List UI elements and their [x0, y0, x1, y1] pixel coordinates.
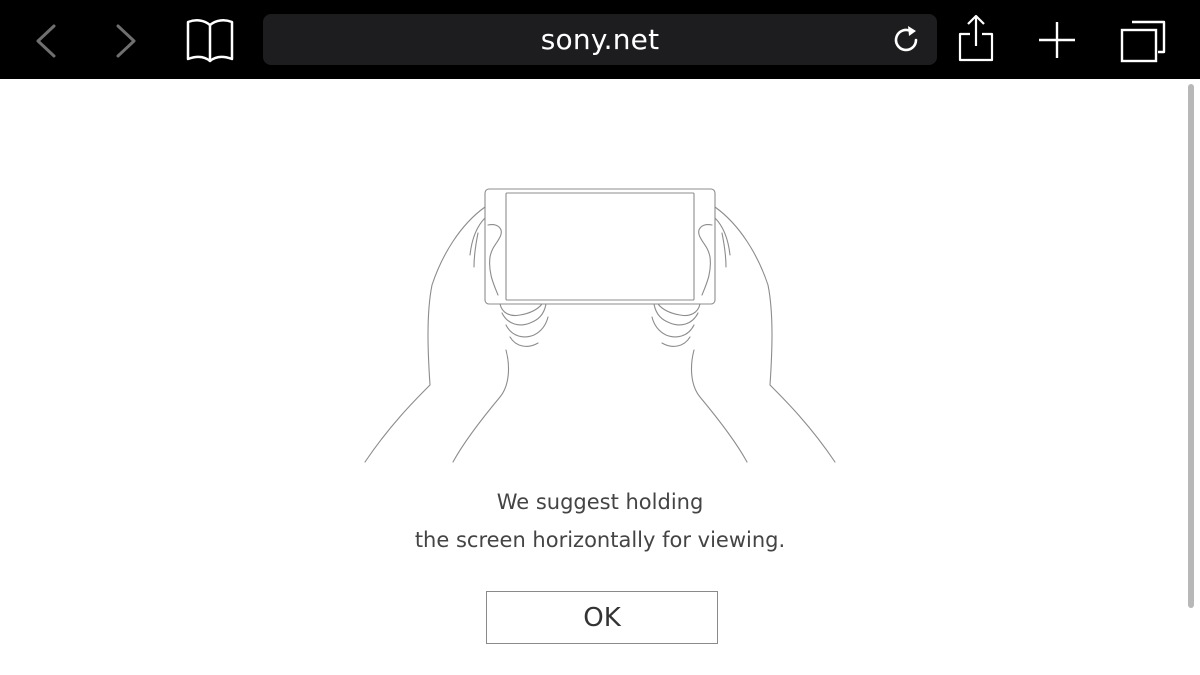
plus-icon	[1039, 22, 1075, 58]
share-icon	[958, 14, 994, 62]
new-tab-button[interactable]	[1029, 12, 1085, 68]
url-text: sony.net	[540, 23, 660, 56]
chevron-right-icon	[116, 24, 136, 58]
browser-toolbar: sony.net	[0, 0, 1200, 79]
address-bar[interactable]: sony.net	[263, 14, 937, 65]
reload-button[interactable]	[887, 20, 927, 60]
forward-button[interactable]	[98, 12, 154, 68]
share-button[interactable]	[948, 12, 1004, 68]
suggestion-message-line-2: the screen horizontally for viewing.	[414, 528, 786, 552]
ok-button[interactable]: OK	[486, 591, 718, 644]
bookmarks-button[interactable]	[182, 12, 238, 68]
back-button[interactable]	[18, 12, 74, 68]
scrollbar[interactable]	[1188, 84, 1194, 608]
chevron-left-icon	[36, 24, 56, 58]
hands-holding-phone-illustration	[364, 188, 836, 463]
open-book-icon	[186, 19, 234, 63]
suggestion-message-line-1: We suggest holding	[496, 490, 704, 514]
tabs-icon	[1120, 20, 1166, 63]
tabs-button[interactable]	[1114, 12, 1170, 68]
reload-icon	[894, 26, 918, 52]
